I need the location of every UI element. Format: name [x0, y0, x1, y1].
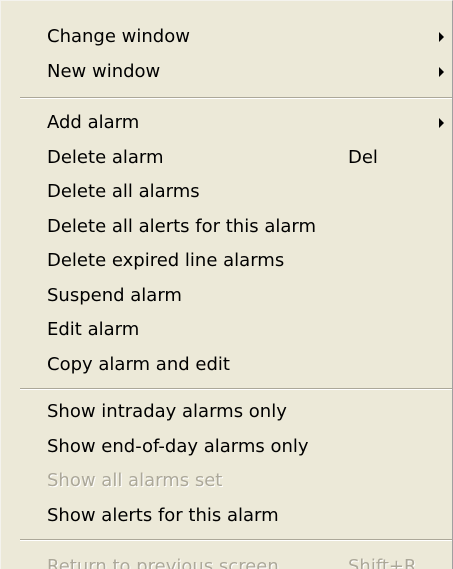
menu-item-label: Delete all alerts for this alarm	[47, 216, 316, 237]
menu-item-label: Copy alarm and edit	[47, 354, 230, 375]
menu-item-label: Show end-of-day alarms only	[47, 436, 309, 457]
menu-item-edit-alarm[interactable]: Edit alarm	[1, 312, 452, 347]
menu-item-label: Delete alarm	[47, 147, 164, 168]
menu-item-delete-alarm[interactable]: Delete alarm Del	[1, 140, 452, 175]
context-menu: Change window New window Add alarm Delet…	[0, 0, 453, 569]
menu-item-show-all-alarms-set: Show all alarms set	[1, 463, 452, 498]
menu-item-label: Return to previous screen	[47, 556, 279, 569]
menu-item-label: Delete expired line alarms	[47, 250, 285, 271]
menu-item-suspend-alarm[interactable]: Suspend alarm	[1, 278, 452, 313]
menu-item-copy-alarm-and-edit[interactable]: Copy alarm and edit	[1, 347, 452, 382]
menu-item-show-alerts-for-alarm[interactable]: Show alerts for this alarm	[1, 498, 452, 533]
menu-separator	[20, 539, 452, 541]
menu-separator	[20, 388, 452, 390]
menu-item-label: Change window	[47, 26, 190, 47]
menu-item-label: Show all alarms set	[47, 470, 223, 491]
menu-item-label: New window	[47, 61, 161, 82]
menu-item-return-to-previous-screen: Return to previous screen Shift+R	[1, 549, 452, 569]
menu-item-label: Add alarm	[47, 112, 140, 133]
submenu-arrow-icon	[439, 118, 444, 128]
submenu-arrow-icon	[439, 32, 444, 42]
menu-item-delete-all-alarms[interactable]: Delete all alarms	[1, 174, 452, 209]
menu-item-new-window[interactable]: New window	[1, 54, 452, 89]
menu-item-shortcut: Del	[348, 147, 378, 168]
menu-item-shortcut: Shift+R	[348, 556, 417, 569]
menu-item-delete-all-alerts[interactable]: Delete all alerts for this alarm	[1, 209, 452, 244]
menu-item-show-end-of-day-alarms[interactable]: Show end-of-day alarms only	[1, 429, 452, 464]
menu-item-show-intraday-alarms[interactable]: Show intraday alarms only	[1, 394, 452, 429]
menu-item-add-alarm[interactable]: Add alarm	[1, 105, 452, 140]
menu-item-change-window[interactable]: Change window	[1, 19, 452, 54]
menu-item-label: Edit alarm	[47, 319, 140, 340]
menu-item-delete-expired-line-alarms[interactable]: Delete expired line alarms	[1, 243, 452, 278]
menu-item-label: Show intraday alarms only	[47, 401, 287, 422]
menu-item-label: Suspend alarm	[47, 285, 182, 306]
submenu-arrow-icon	[439, 67, 444, 77]
menu-item-label: Delete all alarms	[47, 181, 200, 202]
menu-item-label: Show alerts for this alarm	[47, 505, 279, 526]
menu-separator	[20, 97, 452, 99]
